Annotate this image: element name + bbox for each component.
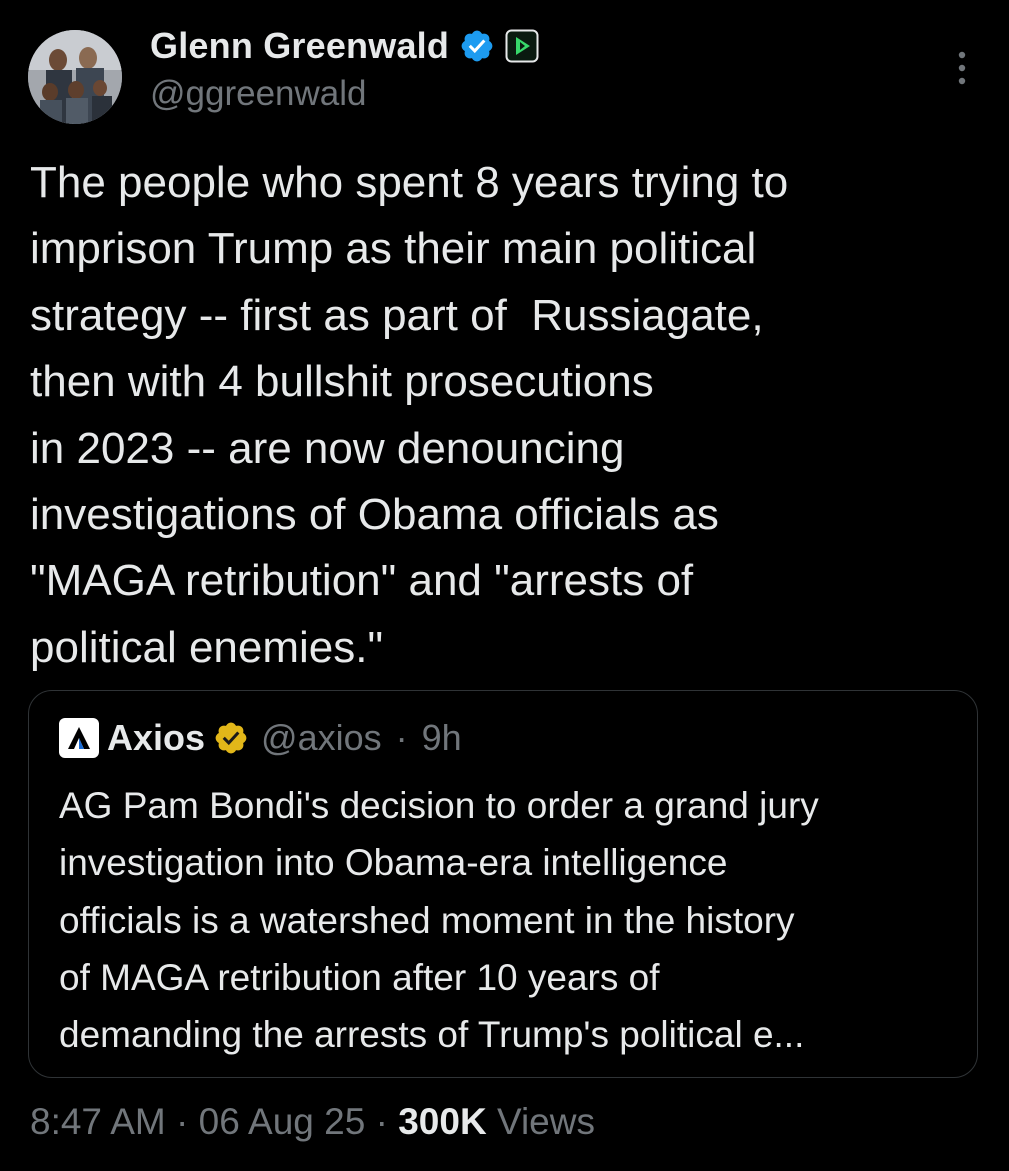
quoted-text-line: officials is a watershed moment in the h… (59, 899, 795, 941)
play-video-icon[interactable] (505, 29, 539, 63)
tweet-text-line: in 2023 -- are now denouncing (30, 423, 625, 473)
separator-dot: · (395, 717, 408, 758)
quoted-tweet-text: AG Pam Bondi's decision to order a grand… (59, 777, 959, 1063)
tweet-meta-footer: 8:47 AM · 06 Aug 25 · 300K Views (30, 1101, 595, 1143)
tweet-text: The people who spent 8 years trying to i… (30, 150, 980, 681)
author-name-row: Glenn Greenwald (150, 24, 539, 68)
gold-verified-badge-icon[interactable] (213, 720, 249, 756)
quoted-text-line: of MAGA retribution after 10 years of (59, 956, 660, 998)
quoted-text-line: AG Pam Bondi's decision to order a grand… (59, 785, 819, 826)
axios-logo-icon[interactable] (59, 718, 99, 758)
author-avatar[interactable] (28, 30, 122, 124)
avatar-photo (28, 30, 122, 124)
views-count[interactable]: 300K (398, 1101, 486, 1142)
more-options-icon[interactable] (950, 48, 974, 88)
author-name[interactable]: Glenn Greenwald (150, 25, 449, 67)
tweet-text-line: strategy -- first as part of Russiagate, (30, 290, 764, 340)
tweet-text-line: then with 4 bullshit prosecutions (30, 357, 654, 407)
tweet-text-line: investigations of Obama officials as (30, 490, 719, 540)
separator-dot: · (375, 1101, 388, 1142)
axios-logo-mark (68, 727, 90, 749)
quoted-tweet-card[interactable]: Axios @axios · 9h AG Pam Bondi's decisio… (28, 690, 978, 1078)
tweet-text-line: imprison Trump as their main political (30, 224, 757, 274)
quoted-timestamp[interactable]: 9h (422, 717, 462, 759)
verified-badge-icon[interactable] (459, 28, 495, 64)
quoted-author-handle[interactable]: @axios (261, 717, 382, 759)
tweet-text-line: "MAGA retribution" and "arrests of (30, 556, 694, 606)
views-label[interactable]: Views (497, 1101, 595, 1142)
separator-dot: · (176, 1101, 189, 1142)
tweet-text-line: The people who spent 8 years trying to (30, 158, 789, 207)
author-handle[interactable]: @ggreenwald (150, 74, 367, 114)
quoted-author-name[interactable]: Axios (107, 717, 205, 759)
tweet-text-line: political enemies." (30, 622, 384, 672)
tweet-date[interactable]: 06 Aug 25 (199, 1101, 366, 1142)
quoted-tweet-header: Axios @axios · 9h (59, 717, 462, 759)
quoted-text-line: demanding the arrests of Trump's politic… (59, 1014, 805, 1056)
tweet-time[interactable]: 8:47 AM (30, 1101, 166, 1142)
quoted-text-line: investigation into Obama-era intelligenc… (59, 842, 728, 884)
